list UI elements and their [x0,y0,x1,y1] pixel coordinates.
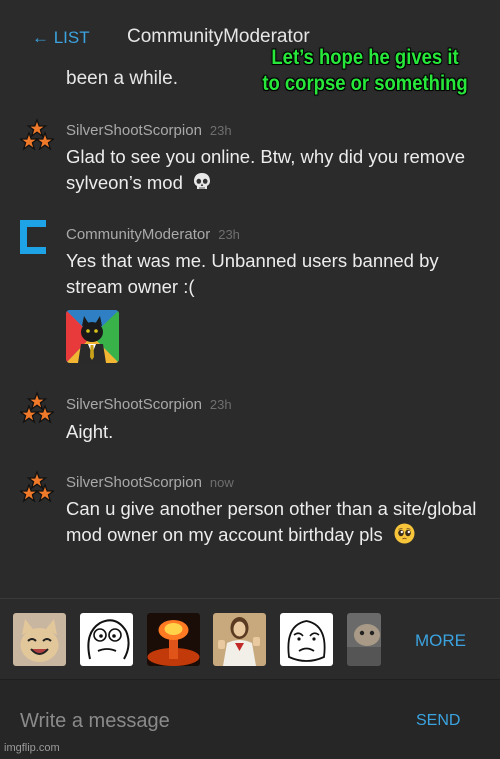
pleading-face-emoji [394,523,415,544]
happy-cat-sticker[interactable] [13,613,66,666]
message-username[interactable]: SilverShootScorpion [66,474,202,491]
message-username[interactable]: SilverShootScorpion [66,396,202,413]
back-to-list-button[interactable]: ← LIST [32,28,90,48]
three-stars-icon[interactable] [20,470,54,504]
message-meta: SilverShootScorpion now [66,474,234,491]
more-stickers-button[interactable]: MORE [415,631,466,651]
message-meta: SilverShootScorpion 23h [66,396,232,413]
message-body: Glad to see you online. Btw, why did you… [66,144,486,196]
message-meta: CommunityModerator 23h [66,226,240,243]
sticker-strip: MORE [0,598,500,679]
message-body: Yes that was me. Unbanned users banned b… [66,248,486,300]
three-stars-icon[interactable] [20,391,54,425]
message-body: Aight. [66,419,486,445]
send-button[interactable]: SEND [416,712,460,730]
buddy-christ-sticker[interactable] [213,613,266,666]
message-body: Can u give another person other than a s… [66,496,486,548]
rage-face-sticker[interactable] [80,613,133,666]
meme-caption: Let’s hope he gives it to corpse or some… [262,46,468,95]
message-time: 23h [209,123,232,138]
moderator-bracket-icon[interactable] [20,220,54,254]
skull-emoji [194,173,211,189]
watermark: imgflip.com [4,742,60,754]
explosion-sticker[interactable] [147,613,200,666]
message-text: Glad to see you online. Btw, why did you… [66,146,465,193]
message-username[interactable]: CommunityModerator [66,226,210,243]
message-time: 23h [209,397,232,412]
cut-off-message-text: been a while. [66,68,178,86]
okay-face-sticker[interactable] [280,613,333,666]
message-time: 23h [218,227,240,242]
message-text: Aight. [66,421,114,442]
message-input[interactable]: Write a message [20,710,170,733]
message-text: Yes that was me. Unbanned users banned b… [66,250,439,297]
message-time: now [209,475,234,490]
message-composer: Write a message SEND [0,679,500,759]
message-meta: SilverShootScorpion 23h [66,122,232,139]
message-username[interactable]: SilverShootScorpion [66,122,202,139]
three-stars-icon[interactable] [20,118,54,152]
business-cat-image[interactable] [66,310,119,363]
cat-sticker[interactable] [347,613,381,666]
